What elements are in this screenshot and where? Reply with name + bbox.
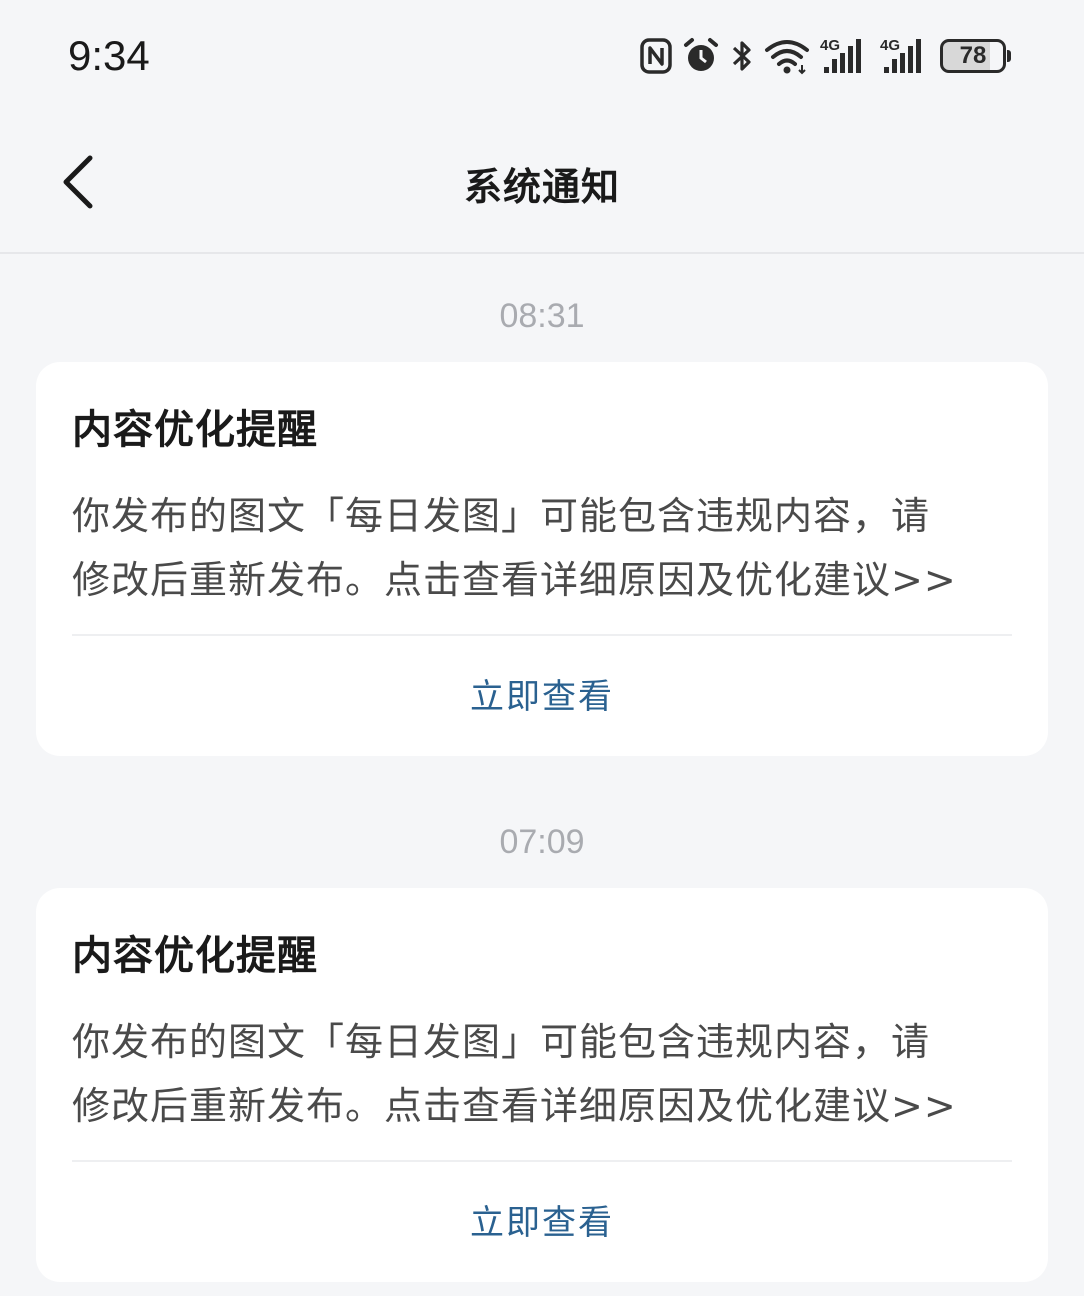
battery-tip [1007,50,1011,62]
nfc-icon [640,38,672,74]
notification-feed: 08:31 内容优化提醒 你发布的图文「每日发图」可能包含违规内容，请 修改后重… [0,256,1084,1282]
bluetooth-icon [730,37,754,75]
wifi-icon [764,37,810,75]
status-icons: 4G 4G 78 [640,36,1012,76]
signal-4g-icon: 4G [880,37,930,75]
notification-body-line: 修改后重新发布。点击查看详细原因及优化建议>> [72,1084,957,1128]
status-bar: 9:34 4G 4G 78 [0,0,1084,112]
notification-body-line: 修改后重新发布。点击查看详细原因及优化建议>> [72,558,957,602]
notification-group: 07:09 内容优化提醒 你发布的图文「每日发图」可能包含违规内容，请 修改后重… [0,756,1084,1282]
network-label: 4G [880,37,901,54]
status-time: 9:34 [68,32,150,79]
notification-title: 内容优化提醒 [72,933,318,979]
signal-4g-icon: 4G [820,37,870,75]
notification-time: 08:31 [499,297,585,335]
notification-time: 07:09 [499,823,585,861]
battery-icon: 78 [940,38,1012,74]
view-now-button[interactable]: 立即查看 [72,1162,1012,1276]
notification-card: 内容优化提醒 你发布的图文「每日发图」可能包含违规内容，请 修改后重新发布。点击… [36,888,1048,1282]
notification-body-line: 你发布的图文「每日发图」可能包含违规内容，请 [72,494,931,538]
battery-level: 78 [940,39,1006,73]
navigation-bar: 系统通知 [0,112,1084,254]
network-label: 4G [820,37,841,54]
notification-title: 内容优化提醒 [72,407,318,453]
page-title: 系统通知 [463,165,620,209]
notification-body-line: 你发布的图文「每日发图」可能包含违规内容，请 [72,1020,931,1064]
notification-card: 内容优化提醒 你发布的图文「每日发图」可能包含违规内容，请 修改后重新发布。点击… [36,362,1048,756]
alarm-icon [682,37,720,75]
notification-body[interactable]: 你发布的图文「每日发图」可能包含违规内容，请 修改后重新发布。点击查看详细原因及… [72,484,1012,612]
view-now-button[interactable]: 立即查看 [72,636,1012,750]
notification-group: 08:31 内容优化提醒 你发布的图文「每日发图」可能包含违规内容，请 修改后重… [0,256,1084,756]
notification-body[interactable]: 你发布的图文「每日发图」可能包含违规内容，请 修改后重新发布。点击查看详细原因及… [72,1010,1012,1138]
